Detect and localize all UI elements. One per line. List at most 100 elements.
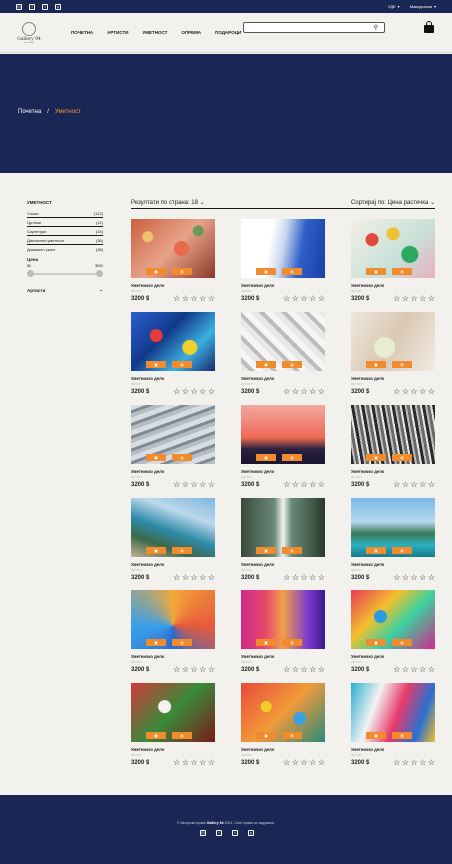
star-icon[interactable]: ☆ bbox=[292, 481, 299, 489]
add-to-cart-button[interactable]: ▣ bbox=[366, 361, 386, 368]
product-title[interactable]: Уметничко дело bbox=[131, 747, 215, 752]
view-3d-button[interactable]: ◍ bbox=[392, 361, 412, 368]
add-to-cart-button[interactable]: ▣ bbox=[256, 547, 276, 554]
star-rating[interactable]: ☆ ☆ ☆ ☆ ☆ bbox=[283, 295, 325, 303]
star-icon[interactable]: ☆ bbox=[393, 759, 400, 767]
star-icon[interactable]: ☆ bbox=[208, 295, 215, 303]
star-rating[interactable]: ☆ ☆ ☆ ☆ ☆ bbox=[173, 666, 215, 674]
star-icon[interactable]: ☆ bbox=[199, 295, 206, 303]
star-icon[interactable]: ☆ bbox=[428, 759, 435, 767]
view-3d-button[interactable]: ◍ bbox=[282, 454, 302, 461]
star-icon[interactable]: ☆ bbox=[190, 759, 197, 767]
star-icon[interactable]: ☆ bbox=[292, 759, 299, 767]
view-3d-button[interactable]: ◍ bbox=[172, 268, 192, 275]
star-rating[interactable]: ☆ ☆ ☆ ☆ ☆ bbox=[393, 481, 435, 489]
product-image[interactable]: ▣ ◍ bbox=[351, 683, 435, 742]
star-icon[interactable]: ☆ bbox=[199, 759, 206, 767]
star-icon[interactable]: ☆ bbox=[292, 574, 299, 582]
star-icon[interactable]: ☆ bbox=[402, 295, 409, 303]
product-card[interactable]: ▣ ◍ Уметничко дело Артист 3200 $ ☆ ☆ ☆ ☆ ☆ bbox=[241, 590, 325, 674]
star-icon[interactable]: ☆ bbox=[300, 388, 307, 396]
star-rating[interactable]: ☆ ☆ ☆ ☆ ☆ bbox=[283, 666, 325, 674]
star-icon[interactable]: ☆ bbox=[318, 481, 325, 489]
star-rating[interactable]: ☆ ☆ ☆ ☆ ☆ bbox=[393, 388, 435, 396]
product-artist[interactable]: Артист bbox=[351, 753, 435, 757]
add-to-cart-button[interactable]: ▣ bbox=[366, 268, 386, 275]
view-3d-button[interactable]: ◍ bbox=[392, 268, 412, 275]
star-icon[interactable]: ☆ bbox=[182, 295, 189, 303]
view-3d-button[interactable]: ◍ bbox=[172, 639, 192, 646]
product-card[interactable]: ▣ ◍ Уметничко дело Артист 3200 $ ☆ ☆ ☆ ☆ ☆ bbox=[131, 219, 215, 303]
product-title[interactable]: Уметничко дело bbox=[351, 747, 435, 752]
star-icon[interactable]: ☆ bbox=[309, 666, 316, 674]
star-icon[interactable]: ☆ bbox=[208, 481, 215, 489]
product-image[interactable]: ▣ ◍ bbox=[131, 219, 215, 278]
star-icon[interactable]: ☆ bbox=[300, 295, 307, 303]
view-3d-button[interactable]: ◍ bbox=[392, 639, 412, 646]
star-icon[interactable]: ☆ bbox=[419, 759, 426, 767]
add-to-cart-button[interactable]: ▣ bbox=[256, 361, 276, 368]
star-rating[interactable]: ☆ ☆ ☆ ☆ ☆ bbox=[173, 759, 215, 767]
star-icon[interactable]: ☆ bbox=[292, 388, 299, 396]
product-card[interactable]: ▣ ◍ Уметничко дело Артист 3200 $ ☆ ☆ ☆ ☆ ☆ bbox=[351, 219, 435, 303]
product-image[interactable]: ▣ ◍ bbox=[351, 219, 435, 278]
view-3d-button[interactable]: ◍ bbox=[392, 732, 412, 739]
language-selector[interactable]: Македонски ▾ bbox=[410, 4, 436, 9]
logo[interactable]: Gallery 94 art & design bbox=[16, 21, 42, 44]
product-card[interactable]: ▣ ◍ Уметничко дело Артист 3200 $ ☆ ☆ ☆ ☆ ☆ bbox=[131, 683, 215, 767]
star-icon[interactable]: ☆ bbox=[292, 666, 299, 674]
star-rating[interactable]: ☆ ☆ ☆ ☆ ☆ bbox=[283, 759, 325, 767]
star-rating[interactable]: ☆ ☆ ☆ ☆ ☆ bbox=[283, 388, 325, 396]
category-sculptures[interactable]: Скулптури (24) bbox=[27, 227, 103, 236]
product-title[interactable]: Уметничко дело bbox=[351, 469, 435, 474]
star-icon[interactable]: ☆ bbox=[300, 666, 307, 674]
star-icon[interactable]: ☆ bbox=[402, 666, 409, 674]
nav-item-art[interactable]: УМЕТНОСТ bbox=[142, 30, 167, 35]
star-icon[interactable]: ☆ bbox=[419, 666, 426, 674]
nav-item-artists[interactable]: АРТИСТИ bbox=[107, 30, 128, 35]
product-artist[interactable]: Артист bbox=[131, 753, 215, 757]
product-artist[interactable]: Артист bbox=[241, 475, 325, 479]
star-icon[interactable]: ☆ bbox=[283, 759, 290, 767]
star-icon[interactable]: ☆ bbox=[300, 574, 307, 582]
star-icon[interactable]: ☆ bbox=[309, 481, 316, 489]
product-title[interactable]: Уметничко дело bbox=[241, 654, 325, 659]
product-title[interactable]: Уметничко дело bbox=[131, 654, 215, 659]
product-card[interactable]: ▣ ◍ Уметничко дело Артист 3200 $ ☆ ☆ ☆ ☆ ☆ bbox=[241, 498, 325, 582]
star-icon[interactable]: ☆ bbox=[393, 388, 400, 396]
star-icon[interactable]: ☆ bbox=[318, 759, 325, 767]
star-icon[interactable]: ☆ bbox=[208, 388, 215, 396]
star-icon[interactable]: ☆ bbox=[410, 574, 417, 582]
product-image[interactable]: ▣ ◍ bbox=[351, 405, 435, 464]
product-card[interactable]: ▣ ◍ Уметничко дело Артист 3200 $ ☆ ☆ ☆ ☆ ☆ bbox=[351, 683, 435, 767]
star-icon[interactable]: ☆ bbox=[300, 481, 307, 489]
star-icon[interactable]: ☆ bbox=[402, 388, 409, 396]
product-artist[interactable]: Артист bbox=[351, 475, 435, 479]
view-3d-button[interactable]: ◍ bbox=[282, 547, 302, 554]
star-icon[interactable]: ☆ bbox=[318, 574, 325, 582]
product-artist[interactable]: Артист bbox=[351, 289, 435, 293]
star-icon[interactable]: ☆ bbox=[402, 759, 409, 767]
product-card[interactable]: ▣ ◍ Уметничко дело Артист 3200 $ ☆ ☆ ☆ ☆ ☆ bbox=[351, 312, 435, 396]
star-icon[interactable]: ☆ bbox=[292, 295, 299, 303]
view-3d-button[interactable]: ◍ bbox=[172, 732, 192, 739]
price-slider-min-handle[interactable] bbox=[27, 270, 34, 277]
product-artist[interactable]: Артист bbox=[131, 475, 215, 479]
star-icon[interactable]: ☆ bbox=[309, 388, 316, 396]
product-title[interactable]: Уметничко дело bbox=[241, 562, 325, 567]
star-icon[interactable]: ☆ bbox=[173, 574, 180, 582]
star-icon[interactable]: ☆ bbox=[173, 666, 180, 674]
product-title[interactable]: Уметничко дело bbox=[241, 283, 325, 288]
star-icon[interactable]: ☆ bbox=[173, 388, 180, 396]
star-icon[interactable]: ☆ bbox=[173, 759, 180, 767]
star-icon[interactable]: ☆ bbox=[428, 388, 435, 396]
product-image[interactable]: ▣ ◍ bbox=[241, 498, 325, 557]
add-to-cart-button[interactable]: ▣ bbox=[366, 639, 386, 646]
category-digital-art[interactable]: Дигитална уметност (36) bbox=[27, 236, 103, 245]
star-icon[interactable]: ☆ bbox=[410, 295, 417, 303]
product-image[interactable]: ▣ ◍ bbox=[131, 590, 215, 649]
star-icon[interactable]: ☆ bbox=[182, 759, 189, 767]
product-card[interactable]: ▣ ◍ Уметничко дело Артист 3200 $ ☆ ☆ ☆ ☆ ☆ bbox=[131, 498, 215, 582]
product-card[interactable]: ▣ ◍ Уметничко дело Артист 3200 $ ☆ ☆ ☆ ☆ ☆ bbox=[351, 590, 435, 674]
product-card[interactable]: ▣ ◍ Уметничко дело Артист 3200 $ ☆ ☆ ☆ ☆ ☆ bbox=[241, 219, 325, 303]
